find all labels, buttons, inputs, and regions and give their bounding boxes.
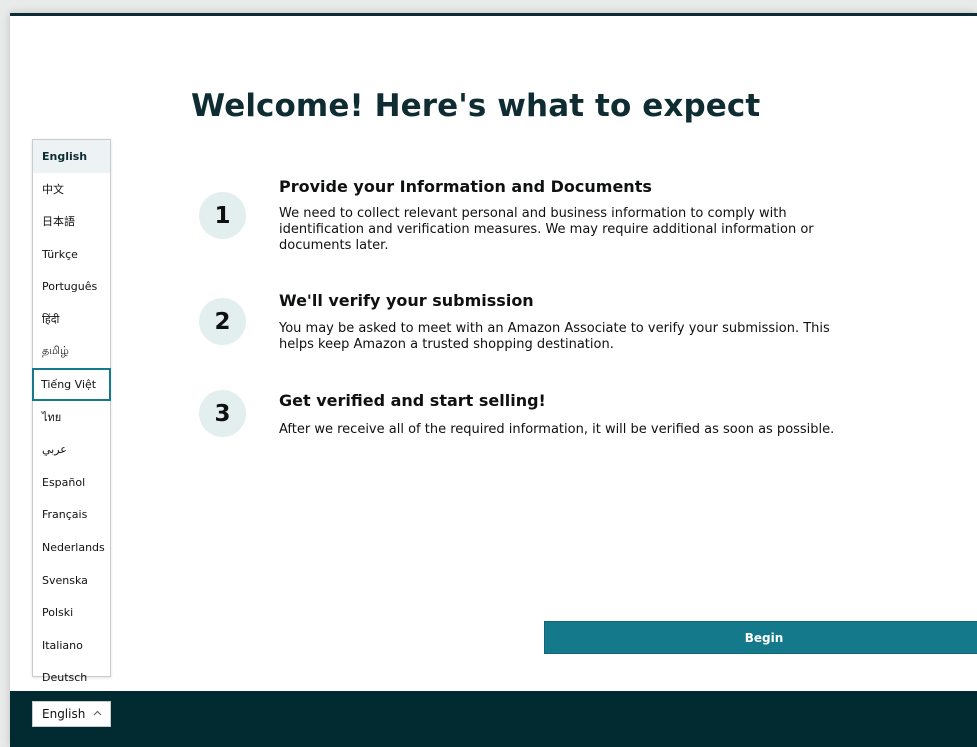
footer (10, 691, 977, 747)
language-option-dutch[interactable]: Nederlands (33, 531, 110, 564)
language-option-german[interactable]: Deutsch (33, 662, 110, 695)
step-1-heading: Provide your Information and Documents (279, 177, 652, 196)
language-menu: English 中文 日本語 Türkçe Português हिंदी தம… (32, 139, 111, 684)
language-option-japanese[interactable]: 日本語 (33, 205, 110, 238)
language-option-turkish[interactable]: Türkçe (33, 238, 110, 271)
chevron-up-icon (93, 709, 102, 719)
step-3-number: 3 (199, 390, 246, 437)
step-2-heading: We'll verify your submission (279, 291, 534, 310)
language-option-vietnamese[interactable]: Tiếng Việt (32, 368, 111, 401)
language-option-english[interactable]: English (33, 140, 110, 173)
language-option-spanish[interactable]: Español (33, 466, 110, 499)
language-option-french[interactable]: Français (33, 499, 110, 532)
step-2-number: 2 (199, 298, 246, 345)
page-title: Welcome! Here's what to expect (191, 88, 761, 124)
language-option-chinese[interactable]: 中文 (33, 173, 110, 206)
language-option-hindi[interactable]: हिंदी (33, 303, 110, 336)
begin-button[interactable]: Begin (544, 621, 977, 654)
step-2-body: You may be asked to meet with an Amazon … (279, 321, 830, 352)
language-option-portuguese[interactable]: Português (33, 270, 110, 303)
step-1-body: We need to collect relevant personal and… (279, 206, 814, 253)
language-option-polish[interactable]: Polski (33, 596, 110, 629)
step-1-number: 1 (199, 192, 246, 239)
language-option-arabic[interactable]: عربي (33, 433, 110, 466)
step-3-heading: Get verified and start selling! (279, 391, 546, 410)
step-3-body: After we receive all of the required inf… (279, 422, 835, 437)
language-option-swedish[interactable]: Svenska (33, 564, 110, 597)
language-selector-value: English (42, 707, 86, 721)
language-option-tamil[interactable]: தமிழ் (33, 336, 110, 369)
language-option-italian[interactable]: Italiano (33, 629, 110, 662)
language-option-thai[interactable]: ไทย (33, 401, 110, 434)
page-window: Welcome! Here's what to expect 1 Provide… (10, 13, 977, 747)
language-selector[interactable]: English (32, 701, 111, 727)
